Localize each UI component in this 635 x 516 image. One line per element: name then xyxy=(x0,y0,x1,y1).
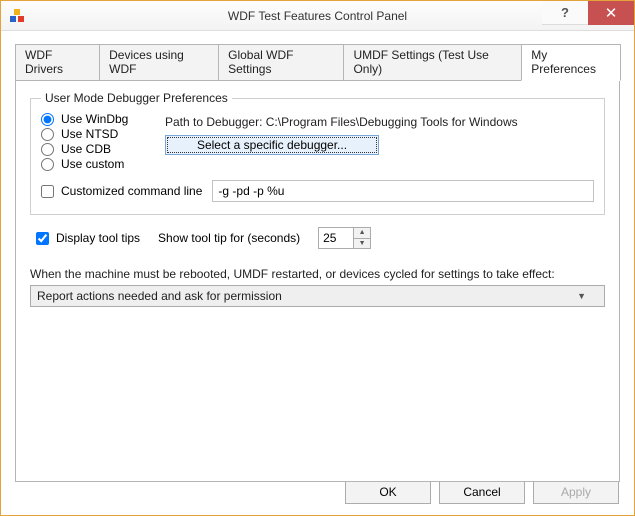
radio-use-custom-input[interactable] xyxy=(41,158,54,171)
tab-panel-my-preferences: User Mode Debugger Preferences Use WinDb… xyxy=(15,80,620,482)
tab-umdf-settings[interactable]: UMDF Settings (Test Use Only) xyxy=(343,44,522,81)
radio-use-cdb-input[interactable] xyxy=(41,143,54,156)
reboot-behavior-selected: Report actions needed and ask for permis… xyxy=(37,289,282,303)
tab-my-preferences[interactable]: My Preferences xyxy=(521,44,621,81)
radio-use-ntsd-label: Use NTSD xyxy=(61,127,118,141)
radio-use-windbg-label: Use WinDbg xyxy=(61,112,128,126)
spinner-up[interactable]: ▲ xyxy=(354,228,370,239)
radio-use-ntsd[interactable]: Use NTSD xyxy=(41,127,151,141)
display-tooltips-label: Display tool tips xyxy=(56,231,140,245)
cmdline-field[interactable] xyxy=(212,180,594,202)
apply-button: Apply xyxy=(533,480,619,504)
help-button[interactable]: ? xyxy=(542,1,588,25)
radio-use-custom[interactable]: Use custom xyxy=(41,157,151,171)
select-debugger-button[interactable]: Select a specific debugger... xyxy=(165,135,379,155)
window-title: WDF Test Features Control Panel xyxy=(1,9,634,23)
display-tooltips-input[interactable] xyxy=(36,232,49,245)
tab-strip: WDF Drivers Devices using WDF Global WDF… xyxy=(15,44,620,81)
chevron-down-icon: ▼ xyxy=(577,291,586,301)
ok-button[interactable]: OK xyxy=(345,480,431,504)
radio-use-cdb-label: Use CDB xyxy=(61,142,111,156)
reboot-behavior-label: When the machine must be rebooted, UMDF … xyxy=(30,267,605,281)
display-tooltips-check[interactable]: Display tool tips xyxy=(36,231,140,245)
radio-use-ntsd-input[interactable] xyxy=(41,128,54,141)
tooltip-seconds-input[interactable] xyxy=(319,228,353,248)
spinner-down[interactable]: ▼ xyxy=(354,239,370,249)
customized-cmdline-input[interactable] xyxy=(41,185,54,198)
app-icon xyxy=(9,8,25,24)
titlebar: WDF Test Features Control Panel ? ✕ xyxy=(1,1,634,31)
close-button[interactable]: ✕ xyxy=(588,1,634,25)
show-tooltip-label: Show tool tip for (seconds) xyxy=(158,231,300,245)
dialog-button-row: OK Cancel Apply xyxy=(345,480,619,504)
tab-global-wdf-settings[interactable]: Global WDF Settings xyxy=(218,44,344,81)
group-legend: User Mode Debugger Preferences xyxy=(41,91,232,105)
radio-use-windbg[interactable]: Use WinDbg xyxy=(41,112,151,126)
debugger-preferences-group: User Mode Debugger Preferences Use WinDb… xyxy=(30,91,605,215)
debugger-path-label: Path to Debugger: C:\Program Files\Debug… xyxy=(165,115,594,129)
tooltip-seconds-spinner[interactable]: ▲ ▼ xyxy=(318,227,371,249)
tab-devices-using-wdf[interactable]: Devices using WDF xyxy=(99,44,219,81)
radio-use-custom-label: Use custom xyxy=(61,157,124,171)
tab-wdf-drivers[interactable]: WDF Drivers xyxy=(15,44,100,81)
customized-cmdline-label: Customized command line xyxy=(61,184,202,198)
cancel-button[interactable]: Cancel xyxy=(439,480,525,504)
customized-cmdline-check[interactable]: Customized command line xyxy=(41,184,202,198)
reboot-behavior-dropdown[interactable]: Report actions needed and ask for permis… xyxy=(30,285,605,307)
radio-use-windbg-input[interactable] xyxy=(41,113,54,126)
radio-use-cdb[interactable]: Use CDB xyxy=(41,142,151,156)
